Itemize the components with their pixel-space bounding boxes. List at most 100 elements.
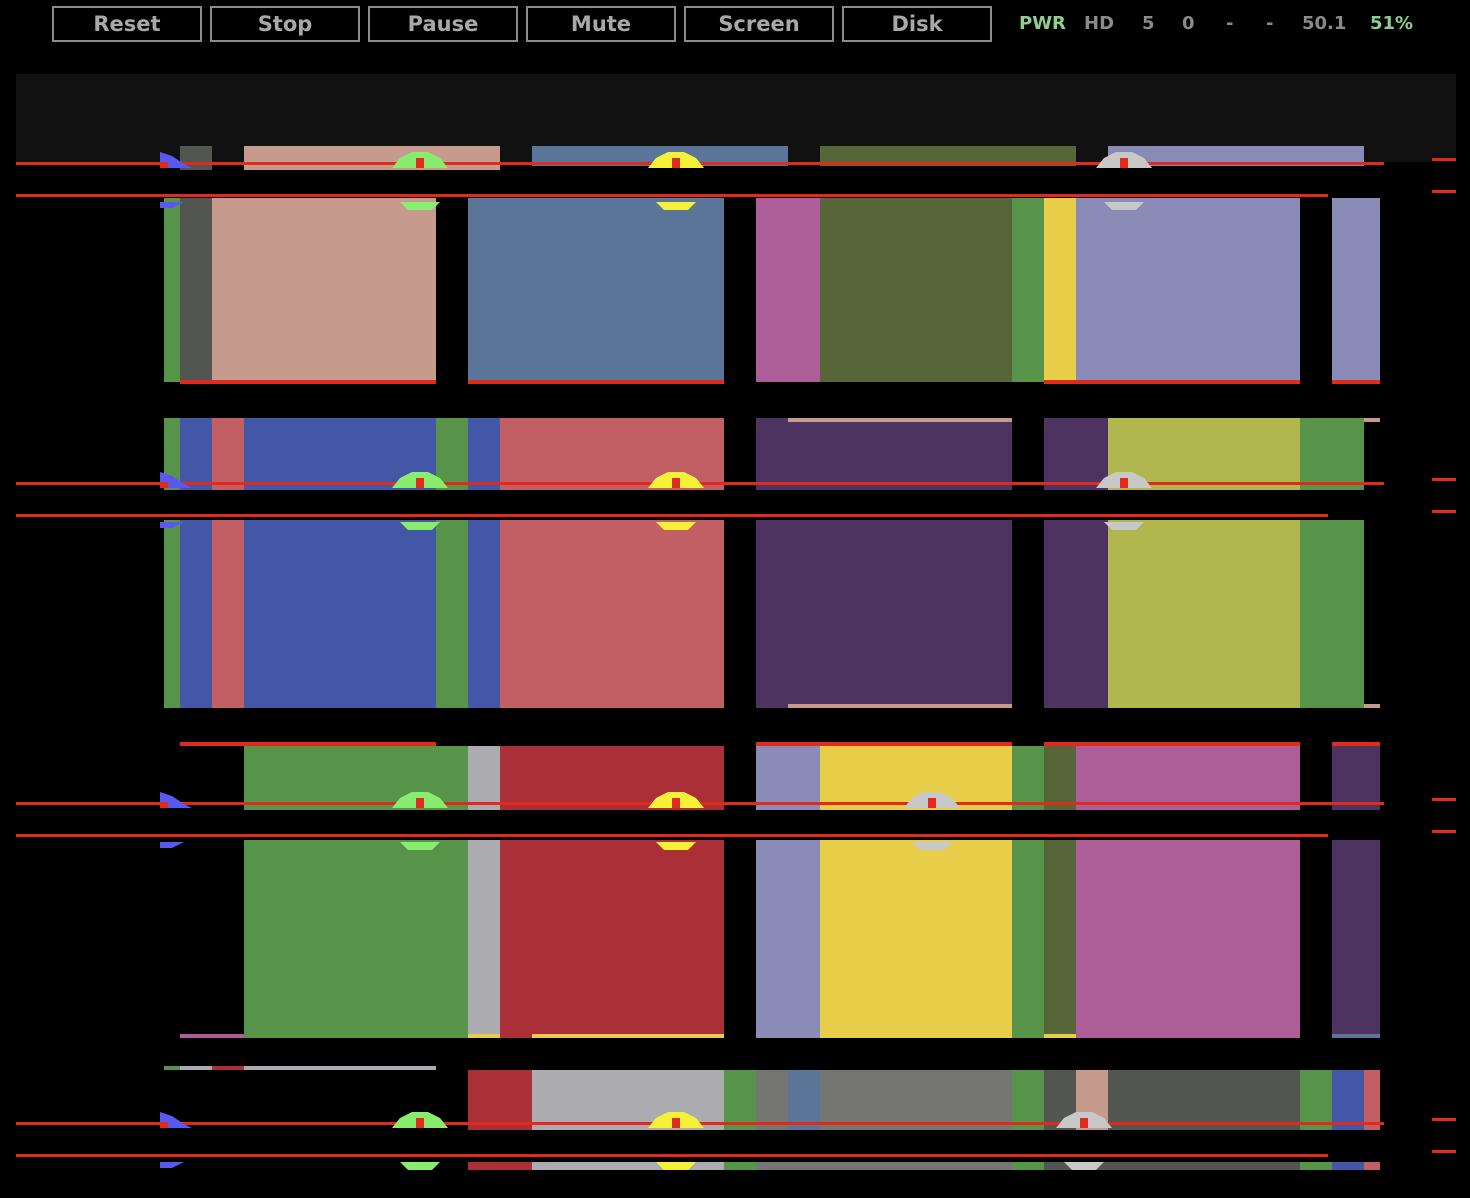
screen-block bbox=[500, 418, 724, 708]
screen-block bbox=[468, 746, 500, 1038]
screen-block bbox=[180, 418, 212, 708]
sprite-core bbox=[1080, 1118, 1088, 1128]
emulator-screen[interactable] bbox=[16, 74, 1456, 1174]
sprite-core bbox=[672, 158, 680, 168]
screen-block bbox=[468, 1034, 500, 1038]
screen-block bbox=[1364, 418, 1380, 422]
screen-block bbox=[244, 146, 500, 170]
sprite-core bbox=[416, 798, 424, 808]
power-indicator: PWR bbox=[1019, 13, 1066, 34]
mute-button[interactable]: Mute bbox=[526, 6, 676, 42]
pause-button[interactable]: Pause bbox=[368, 6, 518, 42]
sprite-core bbox=[672, 798, 680, 808]
screen-block bbox=[756, 1070, 788, 1130]
player-reflection bbox=[160, 1162, 184, 1168]
screen-block bbox=[1044, 1034, 1076, 1038]
sprite-core bbox=[928, 798, 936, 808]
screen-block bbox=[1300, 418, 1364, 708]
screen-block bbox=[1012, 1070, 1044, 1130]
red-tick bbox=[1432, 510, 1456, 513]
screen-block bbox=[1108, 418, 1300, 708]
screen-block bbox=[1012, 746, 1044, 1038]
sprite-core bbox=[1120, 478, 1128, 488]
screen-block bbox=[468, 1070, 532, 1130]
status-value-2: 0 bbox=[1182, 13, 1195, 34]
screen-block bbox=[1364, 704, 1380, 708]
screen-block bbox=[244, 1066, 436, 1070]
screen-block bbox=[1044, 380, 1300, 384]
sprite-core bbox=[416, 1118, 424, 1128]
screen-block bbox=[468, 380, 724, 384]
disk-button[interactable]: Disk bbox=[842, 6, 992, 42]
screen-block bbox=[468, 1162, 532, 1170]
screen-block bbox=[1332, 198, 1380, 382]
screen-block bbox=[1332, 1070, 1364, 1130]
screen-block bbox=[164, 198, 180, 382]
red-line bbox=[16, 834, 1328, 837]
screen-block bbox=[1044, 742, 1300, 746]
red-tick bbox=[1432, 1150, 1456, 1153]
sprite-core bbox=[672, 478, 680, 488]
player-core bbox=[160, 802, 168, 808]
screen-block bbox=[756, 418, 1012, 708]
screen-block bbox=[1332, 742, 1380, 746]
sprite-core bbox=[416, 158, 424, 168]
screen-block bbox=[500, 746, 724, 1038]
screen-block bbox=[820, 198, 1012, 382]
player-core bbox=[160, 1122, 168, 1128]
status-value-3: - bbox=[1226, 13, 1234, 34]
sprite-core bbox=[416, 478, 424, 488]
red-tick bbox=[1432, 1118, 1456, 1121]
red-line bbox=[16, 194, 1328, 197]
screen-block bbox=[1364, 1162, 1380, 1170]
status-value-1: 5 bbox=[1142, 13, 1155, 34]
screen-block bbox=[244, 746, 468, 1038]
screen-block bbox=[180, 198, 212, 382]
screen-block bbox=[1044, 418, 1108, 708]
screen-block bbox=[1044, 198, 1076, 382]
screen-block bbox=[164, 418, 180, 708]
screen-block bbox=[1332, 1034, 1380, 1038]
screen-block bbox=[788, 418, 1012, 422]
screen-block bbox=[180, 1034, 244, 1038]
screen-block bbox=[756, 1162, 1012, 1170]
screen-block bbox=[1332, 1162, 1364, 1170]
screen-block bbox=[468, 198, 724, 382]
red-line bbox=[16, 514, 1328, 517]
emulator-display bbox=[16, 74, 1456, 1170]
screen-block bbox=[756, 746, 820, 1038]
red-line bbox=[16, 1154, 1328, 1157]
screen-block bbox=[1012, 198, 1044, 382]
screen-block bbox=[1332, 380, 1380, 384]
hd-indicator: HD bbox=[1084, 13, 1115, 34]
screen-block bbox=[820, 1070, 1012, 1130]
screen-block bbox=[532, 1162, 724, 1170]
fps-readout: 50.1 bbox=[1302, 13, 1347, 34]
screen-block bbox=[1076, 746, 1300, 1038]
screen-block bbox=[1044, 746, 1076, 1038]
screen-block bbox=[180, 380, 436, 384]
screen-block bbox=[244, 418, 436, 708]
sprite-reflection bbox=[400, 1162, 440, 1170]
screen-button[interactable]: Screen bbox=[684, 6, 834, 42]
screen-block bbox=[164, 1066, 180, 1070]
screen-block bbox=[724, 1070, 756, 1130]
screen-block bbox=[1012, 1162, 1044, 1170]
red-tick bbox=[1432, 478, 1456, 481]
scanline-gap bbox=[16, 1130, 1396, 1162]
screen-block bbox=[724, 1162, 756, 1170]
screen-block bbox=[180, 1066, 212, 1070]
scanline-gap bbox=[16, 170, 1396, 198]
emulator-toolbar: Reset Stop Pause Mute Screen Disk PWR HD… bbox=[0, 0, 1470, 50]
stop-button[interactable]: Stop bbox=[210, 6, 360, 42]
screen-block bbox=[756, 198, 820, 382]
screen-block bbox=[180, 742, 436, 746]
screen-block bbox=[532, 1034, 724, 1038]
sprite-core bbox=[672, 1118, 680, 1128]
screen-block bbox=[788, 704, 1012, 708]
screen-block bbox=[1364, 1070, 1380, 1130]
reset-button[interactable]: Reset bbox=[52, 6, 202, 42]
screen-block bbox=[1300, 1162, 1332, 1170]
player-core bbox=[160, 162, 168, 168]
red-tick bbox=[1432, 798, 1456, 801]
